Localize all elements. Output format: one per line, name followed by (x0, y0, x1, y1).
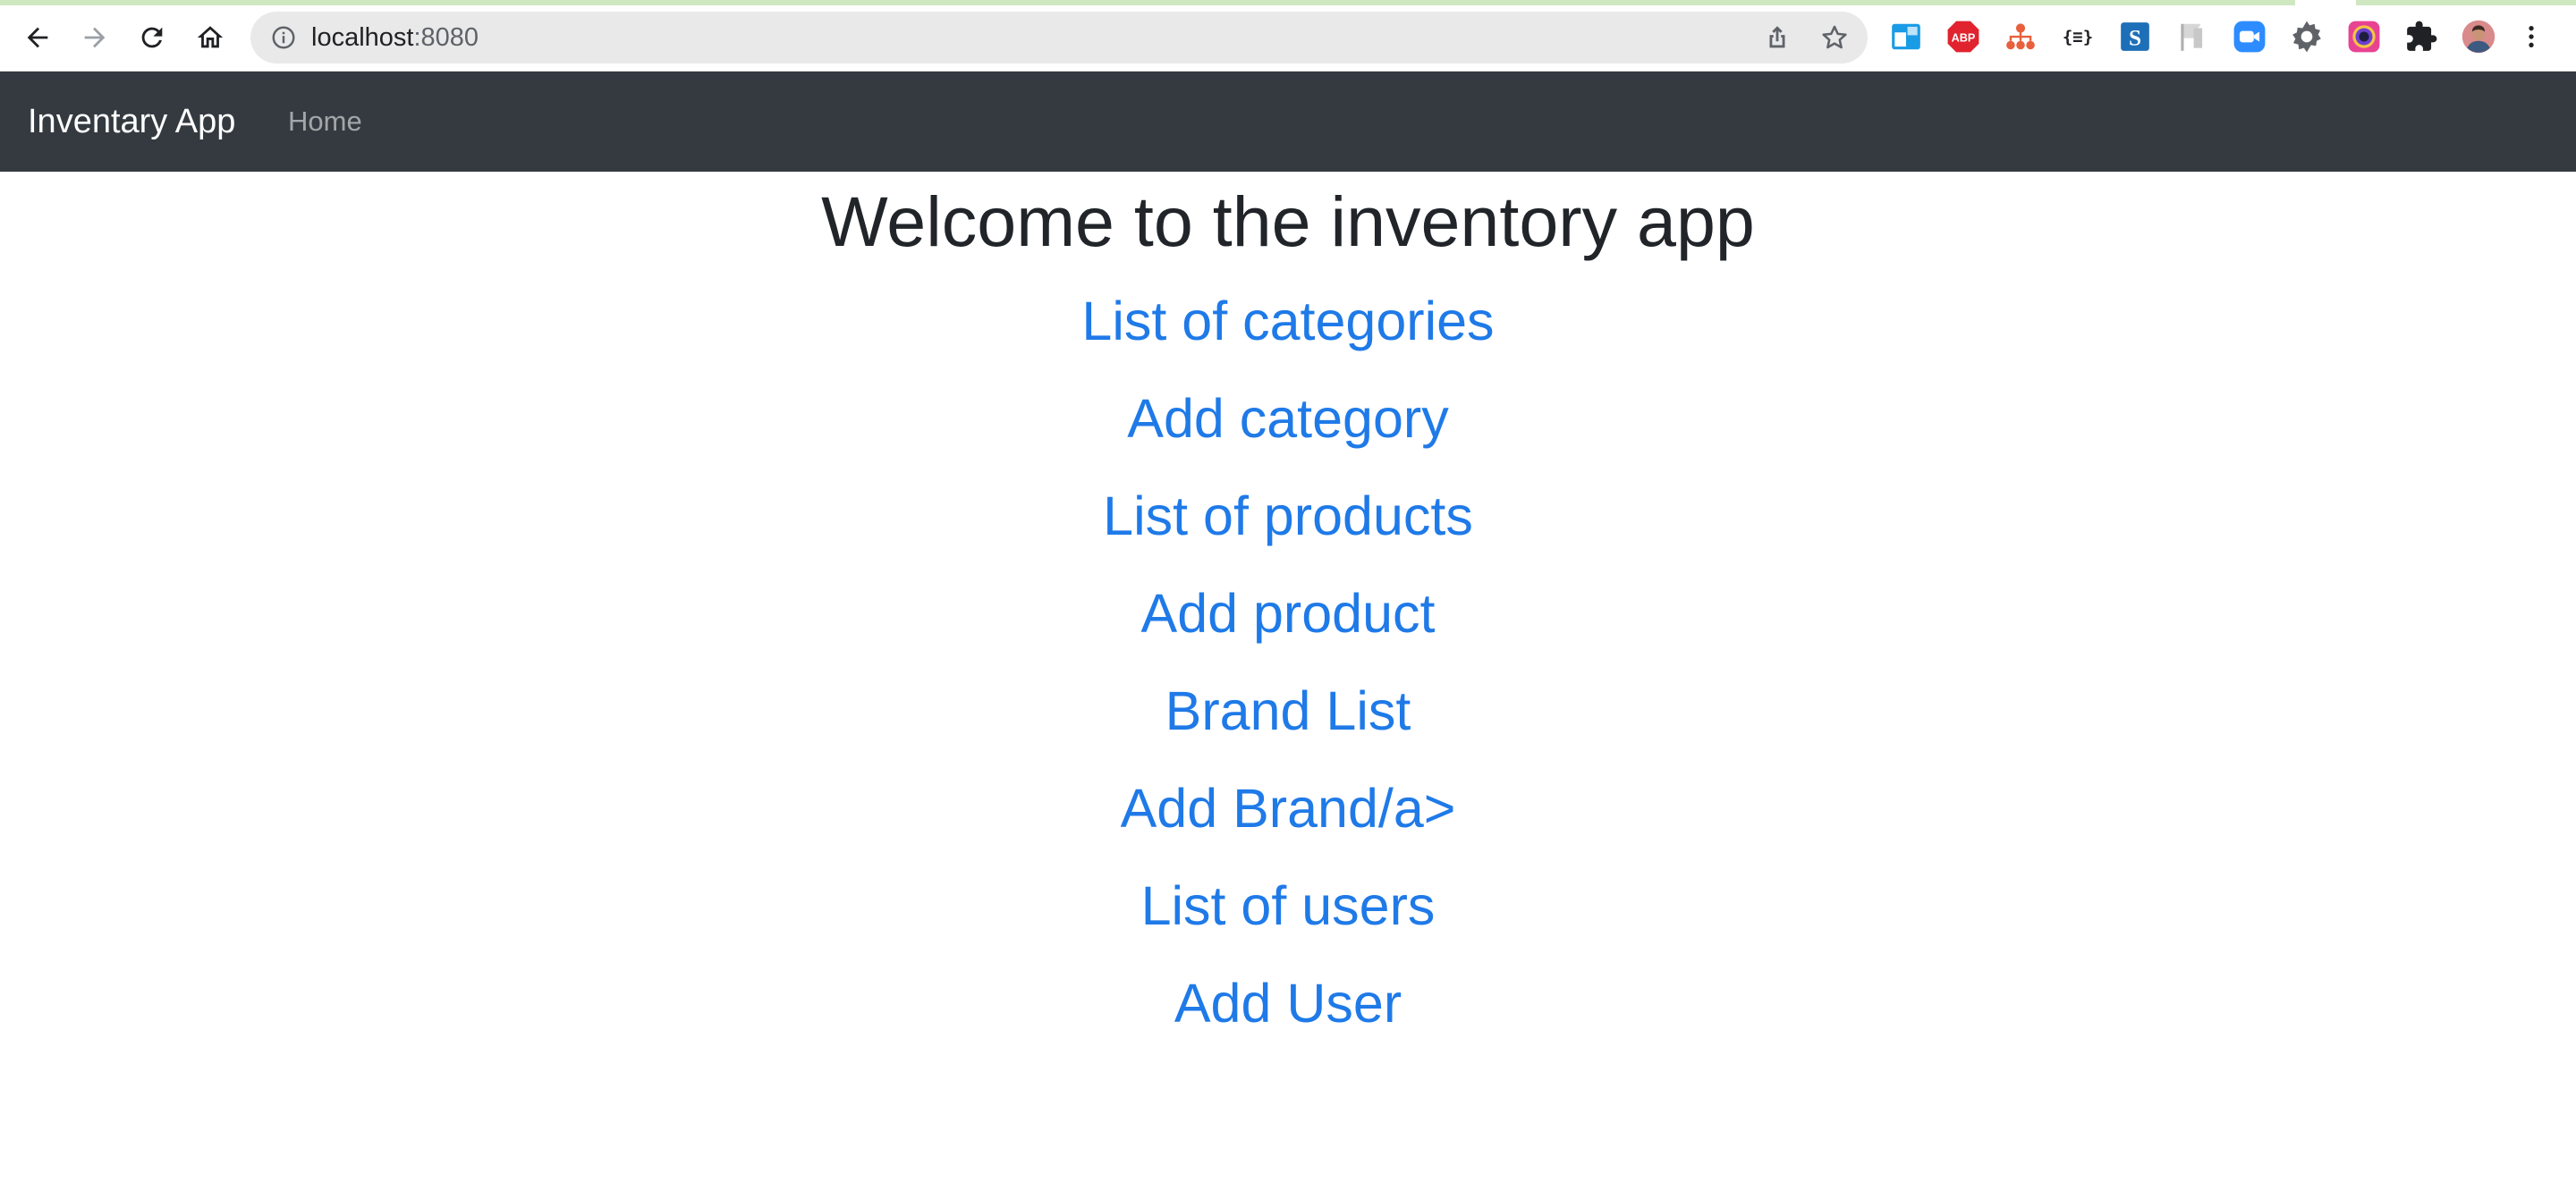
share-icon (1769, 26, 1785, 48)
link-list-products[interactable]: List of products (0, 468, 2576, 565)
info-icon[interactable] (270, 24, 297, 51)
url-host: localhost (311, 23, 414, 52)
navbar-brand[interactable]: Inventary App (28, 72, 235, 172)
page-title: Welcome to the inventory app (821, 182, 1755, 261)
svg-text:S: S (2129, 26, 2141, 51)
link-add-category[interactable]: Add category (0, 370, 2576, 468)
flag-ext-icon[interactable] (2175, 20, 2209, 54)
adblock-icon[interactable]: ABP (1946, 20, 1980, 54)
circle-ext-icon[interactable] (2347, 20, 2381, 54)
nav-link-home[interactable]: Home (288, 72, 362, 172)
svg-text:{≡}: {≡} (2063, 27, 2093, 46)
zoom-ext-icon[interactable] (2233, 20, 2267, 54)
avatar[interactable] (2462, 20, 2496, 54)
svg-text:ABP: ABP (1952, 32, 1976, 45)
back-button[interactable] (20, 20, 55, 55)
link-list: List of categories Add category List of … (0, 273, 2576, 1052)
app-navbar: Inventary App Home (0, 72, 2576, 172)
puzzle-icon[interactable] (2404, 20, 2438, 54)
bookmark-button[interactable] (1819, 22, 1850, 53)
reload-icon (141, 27, 163, 48)
address-bar[interactable]: localhost:8080 (250, 12, 1868, 63)
kebab-menu-icon (2529, 26, 2534, 47)
arrow-left-icon (27, 27, 48, 48)
link-add-product[interactable]: Add product (0, 565, 2576, 663)
browser-menu-button[interactable] (2519, 20, 2544, 54)
gear-ext-icon[interactable] (2290, 20, 2324, 54)
link-list-categories[interactable]: List of categories (0, 273, 2576, 370)
link-add-brand[interactable]: Add Brand/a> (0, 760, 2576, 857)
tab-strip-edge (0, 0, 2576, 5)
main-content: Welcome to the inventory app List of cat… (0, 172, 2576, 1052)
arrow-right-icon (84, 27, 106, 48)
share-button[interactable] (1762, 22, 1792, 53)
star-icon (1822, 25, 1847, 49)
url-port: :8080 (413, 23, 479, 52)
sitemap-ext-icon[interactable] (2004, 20, 2038, 54)
home-button[interactable] (192, 20, 228, 55)
link-add-user[interactable]: Add User (0, 955, 2576, 1052)
s-ext-icon[interactable]: S (2118, 20, 2152, 54)
window-ext-icon[interactable] (1889, 20, 1923, 54)
link-brand-list[interactable]: Brand List (0, 663, 2576, 760)
json-ext-icon[interactable]: {≡} (2061, 20, 2095, 54)
link-list-users[interactable]: List of users (0, 857, 2576, 955)
home-icon (197, 26, 224, 48)
forward-button[interactable] (77, 20, 113, 55)
browser-toolbar: localhost:8080 ABP {≡} S (0, 0, 2576, 72)
reload-button[interactable] (134, 20, 170, 55)
url-text[interactable]: localhost:8080 (311, 12, 479, 63)
